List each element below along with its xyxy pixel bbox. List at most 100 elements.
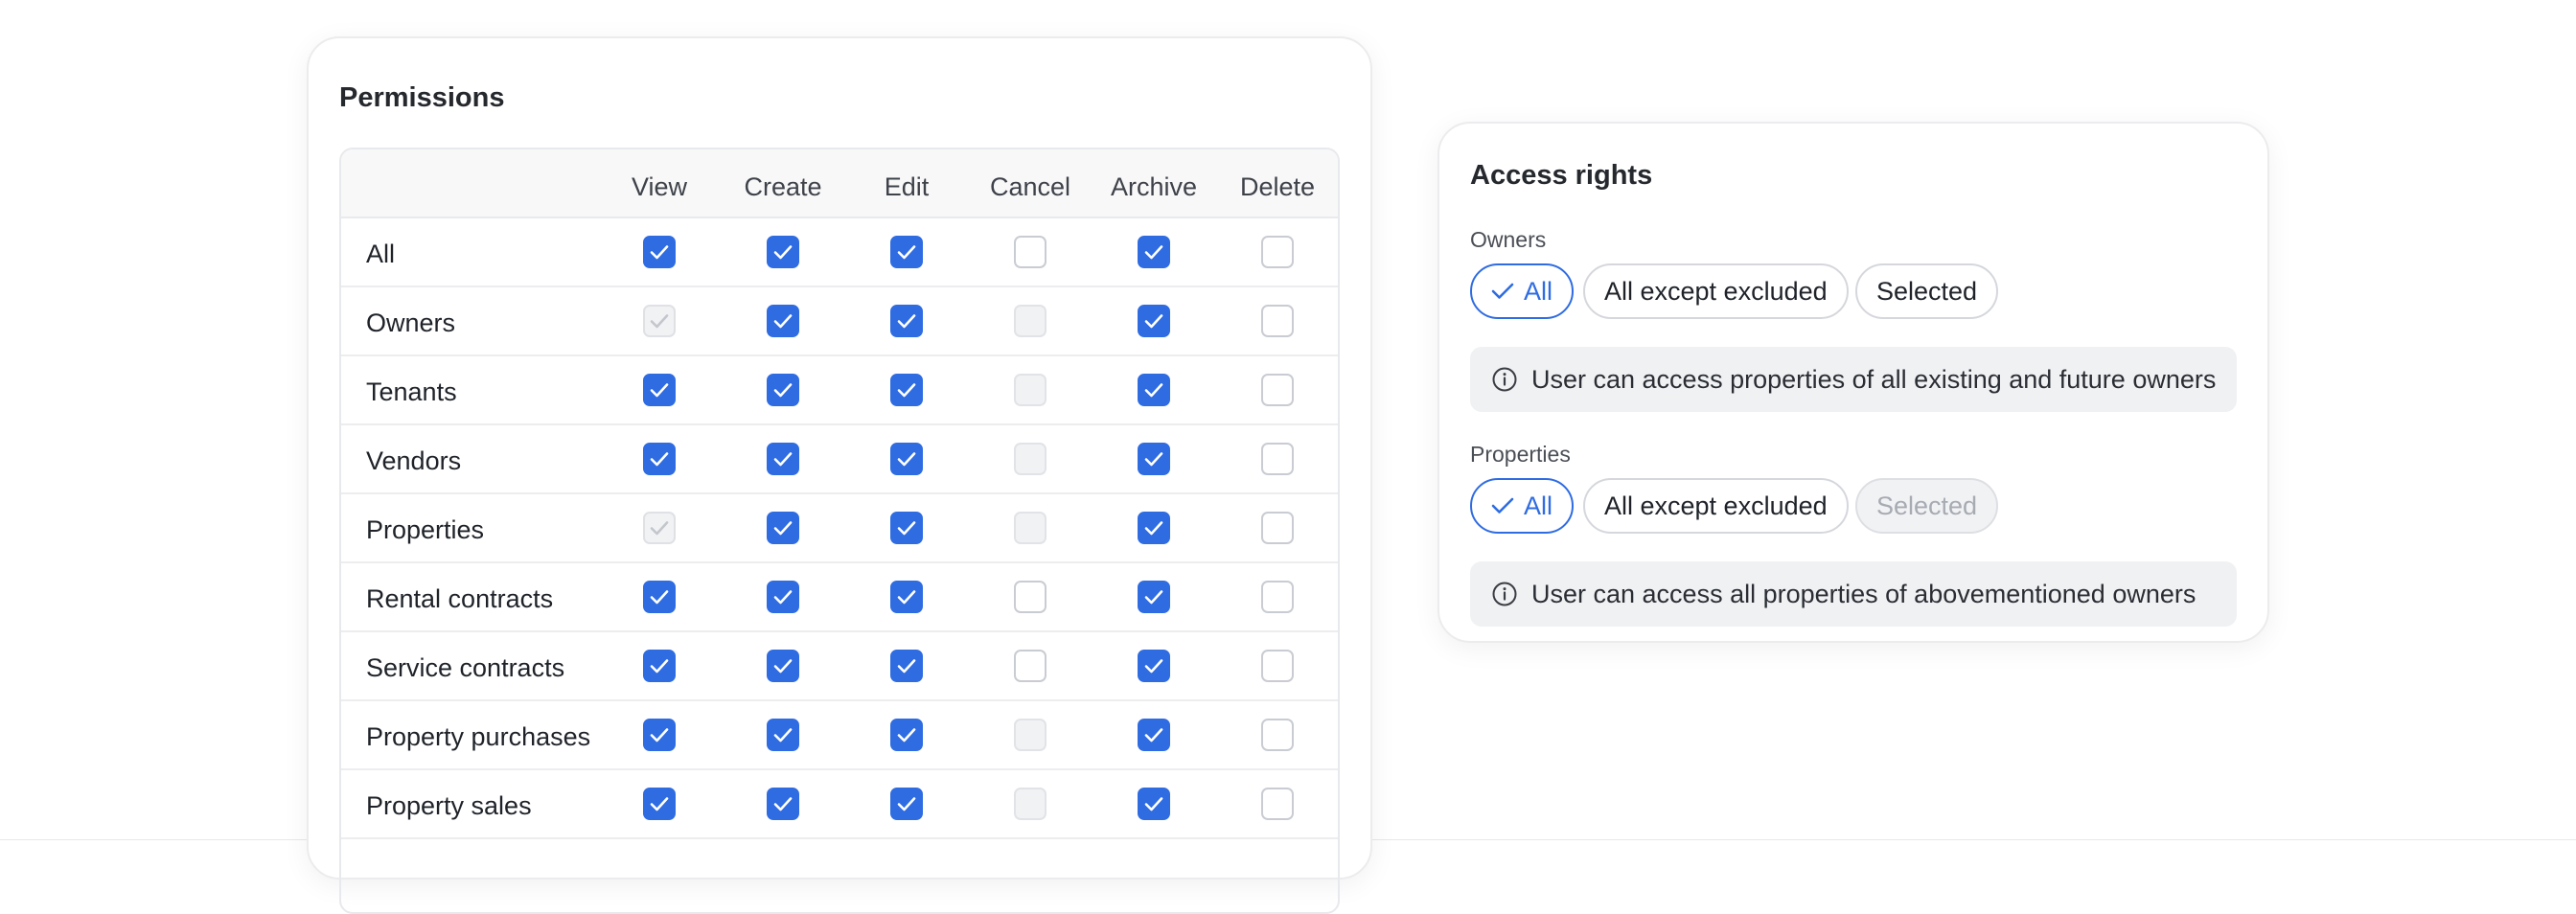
checkbox-delete[interactable]: [1261, 443, 1294, 475]
info-icon: [1491, 366, 1518, 393]
table-row: Property purchases: [341, 701, 1338, 770]
check-icon: [650, 314, 669, 329]
checkbox-edit[interactable]: [890, 305, 923, 337]
checkbox-cancel[interactable]: [1014, 581, 1046, 613]
check-icon: [897, 452, 916, 467]
check-icon: [897, 659, 916, 674]
checkbox-view[interactable]: [643, 443, 676, 475]
permissions-table-header: View Create Edit Cancel Archive Delete: [341, 149, 1338, 218]
check-icon: [650, 659, 669, 674]
checkbox-delete[interactable]: [1261, 512, 1294, 544]
checkbox-edit[interactable]: [890, 443, 923, 475]
check-icon: [897, 728, 916, 743]
checkbox-cancel[interactable]: [1014, 650, 1046, 682]
row-label: Service contracts: [366, 653, 565, 682]
checkbox-cancel: [1014, 512, 1046, 544]
check-icon: [897, 314, 916, 329]
checkbox-cancel[interactable]: [1014, 236, 1046, 268]
checkbox-create[interactable]: [767, 581, 799, 613]
checkbox-delete[interactable]: [1261, 236, 1294, 268]
check-icon: [897, 383, 916, 398]
checkbox-archive[interactable]: [1138, 305, 1170, 337]
checkbox-edit[interactable]: [890, 512, 923, 544]
checkbox-create[interactable]: [767, 650, 799, 682]
checkbox-archive[interactable]: [1138, 788, 1170, 820]
checkbox-delete[interactable]: [1261, 581, 1294, 613]
checkbox-view[interactable]: [643, 581, 676, 613]
checkbox-edit[interactable]: [890, 719, 923, 751]
info-icon: [1491, 581, 1518, 607]
checkbox-archive[interactable]: [1138, 581, 1170, 613]
check-icon: [1144, 452, 1163, 467]
checkbox-cancel: [1014, 788, 1046, 820]
checkbox-create[interactable]: [767, 512, 799, 544]
checkbox-archive[interactable]: [1138, 236, 1170, 268]
check-icon: [773, 659, 793, 674]
table-row: All: [341, 218, 1338, 287]
check-icon: [1144, 797, 1163, 811]
checkbox-view[interactable]: [643, 236, 676, 268]
check-icon: [650, 452, 669, 467]
checkbox-create[interactable]: [767, 719, 799, 751]
check-icon: [773, 590, 793, 605]
checkbox-delete[interactable]: [1261, 719, 1294, 751]
access-rights-title: Access rights: [1470, 160, 1653, 191]
check-icon: [1144, 314, 1163, 329]
checkbox-view[interactable]: [643, 374, 676, 406]
column-header-edit: Edit: [884, 172, 930, 201]
checkbox-archive[interactable]: [1138, 650, 1170, 682]
checkbox-archive[interactable]: [1138, 719, 1170, 751]
checkbox-delete[interactable]: [1261, 650, 1294, 682]
row-label: Property sales: [366, 791, 532, 820]
row-label: Rental contracts: [366, 584, 554, 613]
properties-option-selected-label: Selected: [1876, 491, 1978, 520]
check-icon: [773, 728, 793, 743]
owners-option-selected[interactable]: Selected: [1855, 263, 1999, 319]
checkbox-delete[interactable]: [1261, 374, 1294, 406]
checkbox-create[interactable]: [767, 236, 799, 268]
column-header-create: Create: [744, 172, 822, 201]
properties-info-box: User can access all properties of abovem…: [1470, 561, 2237, 627]
checkbox-edit[interactable]: [890, 788, 923, 820]
checkbox-create[interactable]: [767, 305, 799, 337]
check-icon: [1144, 383, 1163, 398]
row-label: Tenants: [366, 377, 457, 406]
checkbox-create[interactable]: [767, 443, 799, 475]
checkbox-edit[interactable]: [890, 581, 923, 613]
checkbox-cancel: [1014, 374, 1046, 406]
properties-option-all-except-excluded[interactable]: All except excluded: [1583, 478, 1849, 534]
check-icon: [1144, 659, 1163, 674]
permissions-title: Permissions: [339, 82, 505, 113]
checkbox-view[interactable]: [643, 650, 676, 682]
checkbox-delete[interactable]: [1261, 788, 1294, 820]
column-header-view: View: [631, 172, 688, 201]
properties-label: Properties: [1470, 442, 1571, 467]
checkbox-create[interactable]: [767, 374, 799, 406]
checkbox-edit[interactable]: [890, 374, 923, 406]
owners-option-except-label: All except excluded: [1604, 276, 1828, 306]
checkbox-archive[interactable]: [1138, 512, 1170, 544]
check-icon: [773, 452, 793, 467]
checkbox-view: [643, 512, 676, 544]
check-icon: [773, 314, 793, 329]
checkbox-archive[interactable]: [1138, 443, 1170, 475]
owners-option-all[interactable]: All: [1470, 263, 1575, 319]
checkbox-edit[interactable]: [890, 236, 923, 268]
properties-option-all[interactable]: All: [1470, 478, 1575, 534]
column-header-cancel: Cancel: [989, 172, 1071, 201]
check-icon: [897, 245, 916, 260]
checkbox-edit[interactable]: [890, 650, 923, 682]
access-rights-card: Access rights Owners All All except excl…: [1438, 122, 2269, 643]
properties-option-all-label: All: [1524, 491, 1553, 520]
checkbox-delete[interactable]: [1261, 305, 1294, 337]
checkbox-archive[interactable]: [1138, 374, 1170, 406]
table-row: Vendors: [341, 425, 1338, 494]
owners-option-all-except-excluded[interactable]: All except excluded: [1583, 263, 1849, 319]
checkbox-view[interactable]: [643, 719, 676, 751]
owners-info-box: User can access properties of all existi…: [1470, 347, 2237, 412]
table-row: Tenants: [341, 356, 1338, 425]
checkbox-view[interactable]: [643, 788, 676, 820]
check-icon: [1144, 728, 1163, 743]
owners-option-selected-label: Selected: [1876, 276, 1978, 306]
checkbox-create[interactable]: [767, 788, 799, 820]
